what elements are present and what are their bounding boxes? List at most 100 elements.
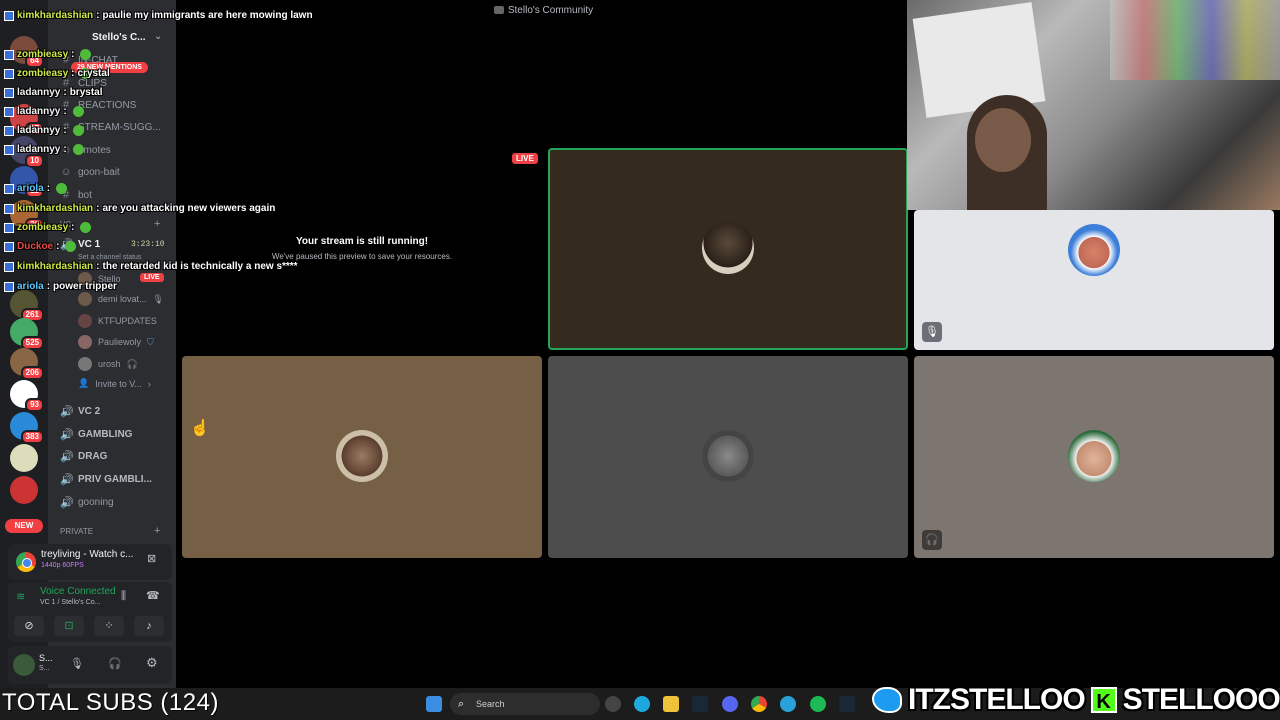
channel-label: GAMBLING <box>78 429 133 440</box>
search-icon: ⌕ <box>458 698 465 710</box>
voice-channel-gooning[interactable]: 🔊 gooning <box>60 496 114 509</box>
chat-message: zombieasy: <box>4 222 92 233</box>
app-icon[interactable] <box>605 696 621 712</box>
participant-tile[interactable]: 🎙 <box>914 210 1274 350</box>
chat-username: zombieasy <box>17 222 69 233</box>
telegram-icon[interactable] <box>780 696 796 712</box>
chat-message: zombieasy: crystal <box>4 68 110 79</box>
invite-to-voice[interactable]: 👤 Invite to V... › <box>78 378 151 389</box>
headphones-icon[interactable]: 🎧 <box>108 657 122 670</box>
deafened-icon: 🎧 <box>922 530 942 550</box>
server-icon[interactable]: 525 <box>10 318 44 350</box>
camera-off-button[interactable]: ⊘ <box>14 616 44 636</box>
stream-panel: treyliving - Watch c... 1440p 60FPS ⊠ <box>8 544 172 580</box>
disconnect-icon[interactable]: ☎ <box>146 589 160 602</box>
person-add-icon: 👤 <box>78 378 90 388</box>
server-icon <box>493 6 504 15</box>
discord-icon[interactable] <box>722 696 738 712</box>
screen-share-button[interactable]: ⊡ <box>54 616 84 636</box>
shield-icon: ⛉ <box>147 336 154 347</box>
emote-icon <box>72 106 84 117</box>
spotify-icon[interactable] <box>810 696 826 712</box>
chat-text: are you attacking new viewers again <box>102 203 276 214</box>
chat-message: ladannyy: <box>4 125 84 136</box>
category-private[interactable]: PRIVATE <box>60 527 93 536</box>
chat-text: crystal <box>77 68 110 79</box>
soundboard-button[interactable]: ♪ <box>134 616 164 636</box>
deafened-icon: 🎧 <box>126 358 138 369</box>
member-ktfupdates[interactable]: KTFUPDATES <box>78 314 157 328</box>
folder-icon[interactable] <box>663 696 679 712</box>
chat-username: kimkhardashian <box>17 203 94 214</box>
stop-stream-icon[interactable]: ⊠ <box>147 552 156 565</box>
noise-suppression-icon[interactable]: ⫼ <box>121 590 126 603</box>
member-name: Pauliewoly <box>98 337 142 347</box>
voice-status[interactable]: Voice Connected <box>40 586 116 597</box>
server-icon[interactable]: 383 <box>10 412 44 444</box>
chat-overlay: kimkhardashian: paulie my immigrants are … <box>0 0 330 300</box>
chrome-icon[interactable] <box>751 696 767 712</box>
user-badge-icon <box>4 261 14 272</box>
emote-icon <box>65 241 77 252</box>
speaker-icon: 🔊 <box>60 406 74 418</box>
chat-separator: : <box>63 87 67 98</box>
add-channel-icon[interactable]: + <box>154 525 160 537</box>
background-posters <box>1110 0 1280 80</box>
chat-separator: : <box>63 106 67 117</box>
activities-button[interactable]: ⁘ <box>94 616 124 636</box>
chat-message: Duckoe: <box>4 241 77 252</box>
chat-username: zombieasy <box>17 49 69 60</box>
avatar <box>78 314 92 328</box>
avatar <box>1068 430 1120 482</box>
edge-icon[interactable] <box>634 696 650 712</box>
mention-badge: 383 <box>20 430 44 444</box>
participant-tile[interactable] <box>548 356 908 558</box>
kick-icon: K <box>1090 687 1117 713</box>
new-pill[interactable]: NEW <box>5 519 43 533</box>
search-placeholder: Search <box>476 699 505 709</box>
user-badge-icon <box>4 10 14 21</box>
user-badge-icon <box>4 281 14 292</box>
steam-icon[interactable] <box>692 696 708 712</box>
hand-cursor-icon: ☝ <box>190 420 210 437</box>
chat-message: ariola: <box>4 183 68 194</box>
microphone-icon[interactable]: 🎙 <box>70 657 84 670</box>
server-icon[interactable] <box>10 476 38 504</box>
avatar <box>78 357 92 371</box>
user-badge-icon <box>4 241 14 252</box>
avatar[interactable] <box>13 654 35 676</box>
chat-username: ladannyy <box>17 87 61 98</box>
steam-icon[interactable] <box>839 696 855 712</box>
user-badge-icon <box>4 49 14 60</box>
chat-message: ladannyy: <box>4 144 84 155</box>
windows-start-icon[interactable] <box>426 696 442 712</box>
chat-separator: : <box>46 281 51 292</box>
server-icon[interactable] <box>10 444 38 472</box>
voice-channel-drag[interactable]: 🔊 DRAG <box>60 450 107 463</box>
participant-tile-speaking[interactable] <box>548 148 908 350</box>
chat-text: paulie my immigrants are here mowing law… <box>102 10 313 21</box>
member-urosh[interactable]: urosh 🎧 <box>78 357 138 371</box>
server-icon[interactable]: 206 <box>10 348 44 380</box>
participant-tile[interactable] <box>182 356 542 558</box>
server-icon[interactable]: 93 <box>10 380 44 412</box>
voice-channel-gambling[interactable]: 🔊 GAMBLING <box>60 428 132 441</box>
voice-channel-vc2[interactable]: 🔊 VC 2 <box>60 405 100 418</box>
stream-quality: 1440p 60FPS <box>41 562 84 569</box>
taskbar-search[interactable]: ⌕ Search <box>450 693 600 715</box>
chat-username: kimkhardashian <box>17 10 94 21</box>
chat-username: ladannyy <box>17 144 61 155</box>
chat-text: power tripper <box>53 281 117 292</box>
participant-tile[interactable]: 🎧 <box>914 356 1274 558</box>
channel-label: gooning <box>78 497 114 508</box>
member-pauliewoly[interactable]: Pauliewoly ⛉ <box>78 335 154 349</box>
chat-username: ariola <box>17 281 44 292</box>
signal-icon[interactable]: ≋ <box>16 590 25 603</box>
chat-message: kimkhardashian: are you attacking new vie… <box>4 203 275 214</box>
user-panel: S... S... 🎙 🎧 ⚙ <box>8 646 172 684</box>
gear-icon[interactable]: ⚙ <box>146 655 158 671</box>
voice-channel-priv-gambling[interactable]: 🔊 PRIV GAMBLI... <box>60 473 152 486</box>
member-name: KTFUPDATES <box>98 316 157 326</box>
voice-location[interactable]: VC 1 / Stello's Co... <box>40 599 100 606</box>
speaker-icon: 🔊 <box>60 497 74 509</box>
